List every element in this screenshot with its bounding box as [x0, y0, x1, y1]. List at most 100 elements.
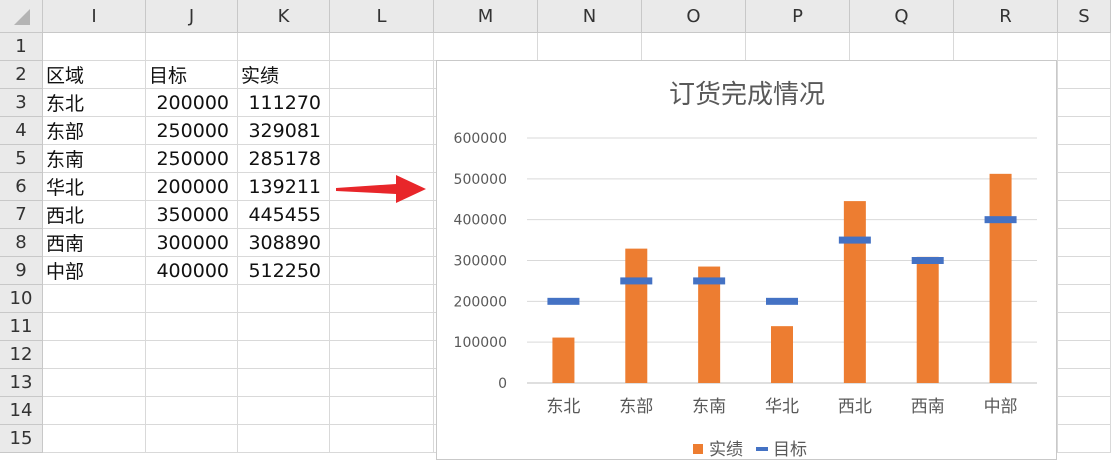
cell-K11[interactable] — [238, 313, 330, 341]
cell-L14[interactable] — [330, 397, 434, 425]
column-header-O[interactable]: O — [642, 0, 746, 33]
column-header-L[interactable]: L — [330, 0, 434, 33]
column-header-S[interactable]: S — [1058, 0, 1111, 33]
row-header-5[interactable]: 5 — [0, 145, 43, 173]
row-header-14[interactable]: 14 — [0, 397, 43, 425]
cell-J3[interactable]: 200000 — [146, 89, 238, 117]
cell-Q1[interactable] — [850, 33, 954, 61]
row-header-15[interactable]: 15 — [0, 425, 43, 453]
cell-I7[interactable]: 西北 — [43, 201, 146, 229]
row-header-3[interactable]: 3 — [0, 89, 43, 117]
cell-L13[interactable] — [330, 369, 434, 397]
cell-S1[interactable] — [1058, 33, 1111, 61]
cell-I1[interactable] — [43, 33, 146, 61]
cell-K12[interactable] — [238, 341, 330, 369]
row-header-10[interactable]: 10 — [0, 285, 43, 313]
cell-I11[interactable] — [43, 313, 146, 341]
cell-S5[interactable] — [1058, 145, 1111, 173]
cell-I9[interactable]: 中部 — [43, 257, 146, 285]
row-header-8[interactable]: 8 — [0, 229, 43, 257]
cell-L8[interactable] — [330, 229, 434, 257]
cell-S12[interactable] — [1058, 341, 1111, 369]
row-header-1[interactable]: 1 — [0, 33, 43, 61]
cell-I14[interactable] — [43, 397, 146, 425]
cell-S10[interactable] — [1058, 285, 1111, 313]
cell-K1[interactable] — [238, 33, 330, 61]
cell-J1[interactable] — [146, 33, 238, 61]
cell-S15[interactable] — [1058, 425, 1111, 453]
cell-S8[interactable] — [1058, 229, 1111, 257]
cell-S4[interactable] — [1058, 117, 1111, 145]
cell-I6[interactable]: 华北 — [43, 173, 146, 201]
select-all-corner[interactable] — [0, 0, 43, 33]
cell-N1[interactable] — [538, 33, 642, 61]
cell-L11[interactable] — [330, 313, 434, 341]
row-header-9[interactable]: 9 — [0, 257, 43, 285]
cell-I8[interactable]: 西南 — [43, 229, 146, 257]
cell-L9[interactable] — [330, 257, 434, 285]
cell-S11[interactable] — [1058, 313, 1111, 341]
row-header-2[interactable]: 2 — [0, 61, 43, 89]
cell-J11[interactable] — [146, 313, 238, 341]
cell-J9[interactable]: 400000 — [146, 257, 238, 285]
cell-I10[interactable] — [43, 285, 146, 313]
cell-K5[interactable]: 285178 — [238, 145, 330, 173]
cell-L4[interactable] — [330, 117, 434, 145]
cell-R1[interactable] — [954, 33, 1058, 61]
row-header-6[interactable]: 6 — [0, 173, 43, 201]
cell-J7[interactable]: 350000 — [146, 201, 238, 229]
cell-K6[interactable]: 139211 — [238, 173, 330, 201]
cell-L12[interactable] — [330, 341, 434, 369]
cell-K3[interactable]: 111270 — [238, 89, 330, 117]
cell-J5[interactable]: 250000 — [146, 145, 238, 173]
cell-S14[interactable] — [1058, 397, 1111, 425]
cell-S2[interactable] — [1058, 61, 1111, 89]
cell-I4[interactable]: 东部 — [43, 117, 146, 145]
column-header-J[interactable]: J — [146, 0, 238, 33]
cell-L5[interactable] — [330, 145, 434, 173]
row-header-13[interactable]: 13 — [0, 369, 43, 397]
cell-K10[interactable] — [238, 285, 330, 313]
column-header-Q[interactable]: Q — [850, 0, 954, 33]
cell-L3[interactable] — [330, 89, 434, 117]
cell-L2[interactable] — [330, 61, 434, 89]
cell-I12[interactable] — [43, 341, 146, 369]
cell-L10[interactable] — [330, 285, 434, 313]
cell-J14[interactable] — [146, 397, 238, 425]
chart-area[interactable]: 订货完成情况 600000 500000 400000 300000 200000 100… — [436, 60, 1057, 460]
row-header-7[interactable]: 7 — [0, 201, 43, 229]
cell-J2[interactable]: 目标 — [146, 61, 238, 89]
cell-S13[interactable] — [1058, 369, 1111, 397]
cell-I2[interactable]: 区域 — [43, 61, 146, 89]
cell-I13[interactable] — [43, 369, 146, 397]
cell-K13[interactable] — [238, 369, 330, 397]
column-header-I[interactable]: I — [43, 0, 146, 33]
row-header-12[interactable]: 12 — [0, 341, 43, 369]
cell-I15[interactable] — [43, 425, 146, 453]
column-header-N[interactable]: N — [538, 0, 642, 33]
cell-J13[interactable] — [146, 369, 238, 397]
cell-K14[interactable] — [238, 397, 330, 425]
cell-J8[interactable]: 300000 — [146, 229, 238, 257]
cell-J4[interactable]: 250000 — [146, 117, 238, 145]
cell-M1[interactable] — [434, 33, 538, 61]
cell-J12[interactable] — [146, 341, 238, 369]
column-header-K[interactable]: K — [238, 0, 330, 33]
cell-K4[interactable]: 329081 — [238, 117, 330, 145]
column-header-M[interactable]: M — [434, 0, 538, 33]
cell-S3[interactable] — [1058, 89, 1111, 117]
cell-S9[interactable] — [1058, 257, 1111, 285]
row-header-11[interactable]: 11 — [0, 313, 43, 341]
column-header-P[interactable]: P — [746, 0, 850, 33]
cell-J6[interactable]: 200000 — [146, 173, 238, 201]
cell-L1[interactable] — [330, 33, 434, 61]
cell-S7[interactable] — [1058, 201, 1111, 229]
cell-K7[interactable]: 445455 — [238, 201, 330, 229]
cell-O1[interactable] — [642, 33, 746, 61]
cell-K8[interactable]: 308890 — [238, 229, 330, 257]
cell-I3[interactable]: 东北 — [43, 89, 146, 117]
cell-J10[interactable] — [146, 285, 238, 313]
cell-K9[interactable]: 512250 — [238, 257, 330, 285]
cell-L15[interactable] — [330, 425, 434, 453]
cell-K15[interactable] — [238, 425, 330, 453]
